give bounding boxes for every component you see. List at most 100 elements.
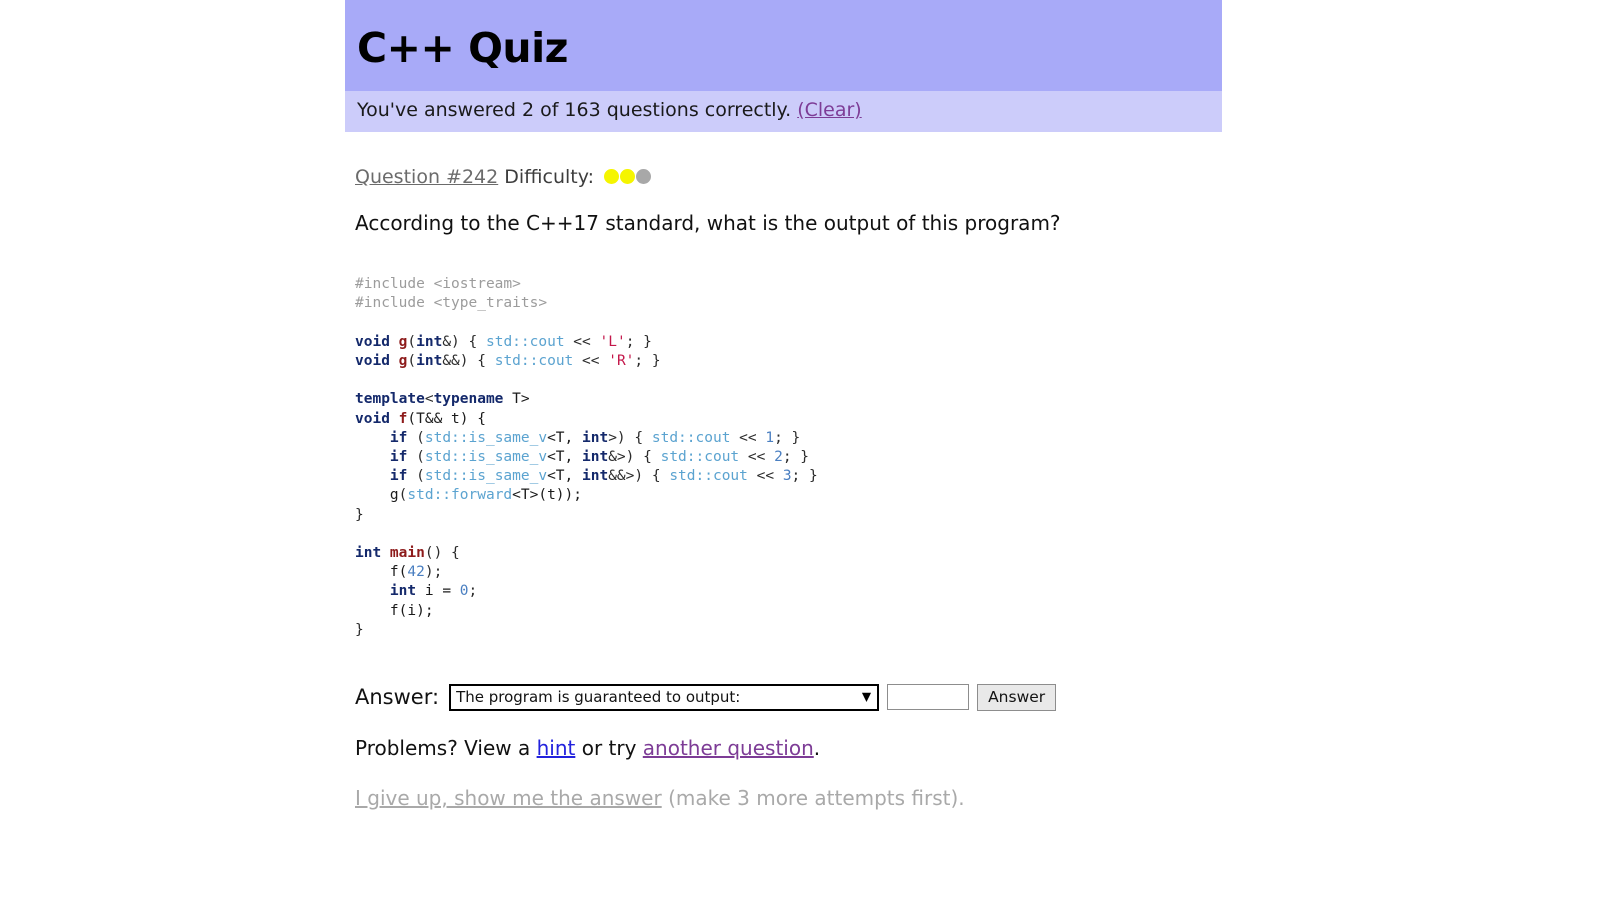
- code-token: <T,: [547, 448, 582, 465]
- code-token: <: [424, 391, 434, 408]
- code-line: if (std::is_same_v<T, int&>) { std::cout…: [355, 448, 1222, 467]
- code-token: >) {: [608, 429, 652, 446]
- code-token: int: [582, 468, 609, 485]
- code-token: std::cout: [660, 448, 740, 465]
- code-token: &&>) {: [608, 468, 670, 485]
- code-token: ; }: [791, 468, 818, 485]
- code-token: ; }: [634, 352, 661, 369]
- difficulty-dot: [636, 169, 652, 185]
- code-token: void: [355, 333, 399, 350]
- code-token: std::cout: [485, 333, 565, 350]
- code-token: g: [389, 487, 399, 504]
- code-token: if: [389, 468, 408, 485]
- giveup-link[interactable]: I give up, show me the answer: [355, 786, 662, 810]
- code-token: <<: [573, 352, 609, 369]
- code-token: int: [416, 352, 443, 369]
- question-number-link[interactable]: Question #242: [355, 166, 498, 188]
- code-token: ; }: [782, 448, 810, 465]
- code-token: #include <type_traits>: [355, 295, 548, 312]
- code-token: <T,: [547, 468, 582, 485]
- code-token: 2: [774, 448, 783, 465]
- answer-type-select-value: The program is guaranteed to output:: [456, 687, 741, 706]
- code-line: void g(int&&) { std::cout << 'R'; }: [355, 352, 1222, 371]
- code-token: (: [407, 429, 425, 446]
- code-line: }: [355, 506, 1222, 525]
- code-token: std::cout: [669, 468, 748, 485]
- problems-line: Problems? View a hint or try another que…: [355, 736, 1222, 760]
- code-token: main: [389, 544, 425, 561]
- code-token: }: [355, 621, 364, 638]
- code-token: std::is_same_v: [424, 468, 548, 485]
- answer-type-select[interactable]: The program is guaranteed to output: ▼: [449, 683, 880, 711]
- code-line: void f(T&& t) {: [355, 410, 1222, 429]
- code-token: int: [355, 544, 390, 561]
- code-token: (: [407, 352, 417, 369]
- problems-prefix: Problems? View a: [355, 735, 531, 760]
- code-token: T>: [503, 391, 530, 408]
- code-token: () {: [424, 544, 460, 561]
- quiz-page: C++ Quiz You've answered 2 of 163 questi…: [345, 0, 1222, 810]
- code-token: 0: [459, 583, 469, 600]
- page-banner: C++ Quiz: [345, 0, 1222, 92]
- code-token: int: [582, 429, 609, 446]
- code-token: <T>(t));: [512, 487, 582, 504]
- code-token: f(: [355, 564, 408, 581]
- code-token: ; }: [774, 429, 801, 446]
- code-token: std::is_same_v: [424, 429, 548, 446]
- code-token: if: [389, 429, 408, 446]
- code-token: (: [407, 448, 425, 465]
- code-token: 42: [407, 564, 425, 581]
- question-prompt: According to the C++17 standard, what is…: [355, 211, 1061, 236]
- code-line: }: [355, 621, 1222, 640]
- code-line: template<typename T>: [355, 390, 1222, 409]
- hint-link[interactable]: hint: [537, 736, 576, 760]
- difficulty-label: Difficulty:: [504, 166, 595, 189]
- code-token: <<: [730, 429, 766, 446]
- code-token: }: [355, 506, 364, 523]
- code-token: typename: [433, 391, 504, 408]
- code-token: 'R': [608, 352, 635, 369]
- code-line: int i = 0;: [355, 582, 1222, 601]
- code-token: ; }: [625, 333, 652, 350]
- problems-suffix: .: [813, 735, 821, 760]
- code-token: 3: [782, 468, 792, 485]
- code-token: f(i);: [355, 602, 434, 619]
- code-token: if: [389, 448, 408, 465]
- code-token: std::forward: [407, 487, 513, 504]
- code-token: (: [407, 468, 425, 485]
- code-token: );: [424, 564, 443, 581]
- code-line: void g(int&) { std::cout << 'L'; }: [355, 333, 1222, 352]
- code-line: #include <iostream>: [355, 275, 1222, 294]
- code-line: f(i);: [355, 602, 1222, 621]
- code-token: int: [389, 583, 417, 600]
- code-token: void: [355, 352, 399, 369]
- code-line: f(42);: [355, 563, 1222, 582]
- giveup-line: I give up, show me the answer (make 3 mo…: [355, 786, 1222, 810]
- code-token: 1: [765, 429, 775, 446]
- code-token: void: [355, 410, 399, 427]
- code-line: if (std::is_same_v<T, int>) { std::cout …: [355, 429, 1222, 448]
- page-title: C++ Quiz: [357, 24, 569, 72]
- code-token: ;: [468, 583, 478, 600]
- answer-submit-button[interactable]: Answer: [977, 683, 1057, 711]
- answer-input[interactable]: [887, 684, 970, 711]
- code-token: int: [582, 448, 609, 465]
- clear-link[interactable]: (Clear): [797, 99, 862, 121]
- code-token: &) {: [442, 333, 486, 350]
- difficulty-dot: [620, 169, 636, 185]
- difficulty-dots: [604, 167, 652, 189]
- code-token: <T,: [547, 429, 582, 446]
- code-line: if (std::is_same_v<T, int&&>) { std::cou…: [355, 467, 1222, 486]
- code-token: #include <iostream>: [355, 276, 521, 293]
- giveup-suffix: (make 3 more attempts first).: [668, 785, 965, 810]
- another-question-link[interactable]: another question: [643, 736, 814, 760]
- progress-bar: You've answered 2 of 163 questions corre…: [345, 91, 1222, 133]
